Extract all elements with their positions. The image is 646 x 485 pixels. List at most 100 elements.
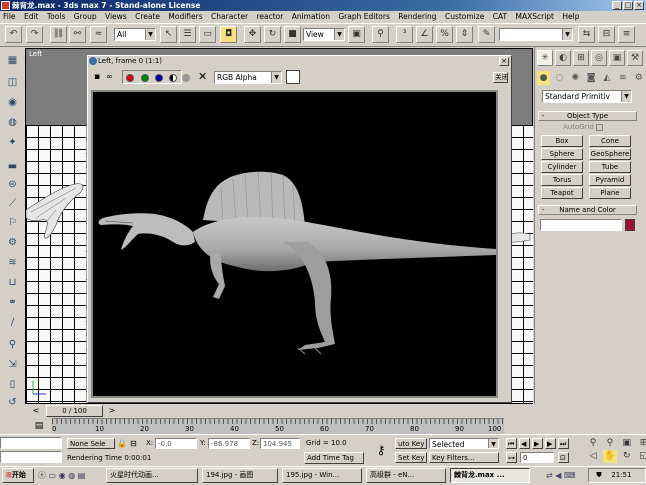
lock-selection-icon[interactable]: 🔒 <box>117 438 127 449</box>
auto-key-button[interactable]: uto Key <box>395 438 427 449</box>
pyramid-button[interactable]: Pyramid <box>589 174 631 186</box>
menu-rendering[interactable]: Rendering <box>398 12 436 21</box>
set-key-button[interactable]: Set Key <box>395 452 427 463</box>
z-coordinate-field[interactable]: 104.945 <box>260 438 300 449</box>
color-swatch[interactable] <box>286 70 300 84</box>
zoom-icon[interactable]: ⚲ <box>586 437 600 450</box>
sphere-button[interactable]: Sphere <box>541 148 583 160</box>
reactor-analyze-icon[interactable]: ⇲ <box>3 356 22 373</box>
media-player-icon[interactable]: ◉ <box>59 471 66 480</box>
ie-icon[interactable]: ⓔ <box>38 471 46 480</box>
reactor-toy-car-icon[interactable]: ⚐ <box>3 214 22 231</box>
time-prev-icon[interactable]: < <box>28 406 44 416</box>
taskbar-item-active[interactable]: 棘背龙.max ... <box>450 468 530 483</box>
reactor-rigid-body-icon[interactable]: ▦ <box>3 52 22 69</box>
alpha-channel-toggle[interactable] <box>169 74 177 82</box>
cylinder-button[interactable]: Cylinder <box>541 161 583 173</box>
menu-animation[interactable]: Animation <box>292 12 330 21</box>
box-button[interactable]: Box <box>541 135 583 147</box>
key-filters-button[interactable]: Key Filters... <box>429 452 499 463</box>
reactor-water-icon[interactable]: ≋ <box>3 254 22 271</box>
frame-window-close-button[interactable]: × <box>499 57 509 66</box>
object-type-rollout[interactable]: - Object Type <box>538 111 637 121</box>
menu-graph-editors[interactable]: Graph Editors <box>338 12 390 21</box>
key-mode-toggle-icon[interactable]: ⊶ <box>506 452 517 463</box>
space-warps-icon[interactable]: ≋ <box>616 71 629 85</box>
select-move-icon[interactable]: ✥ <box>244 26 261 43</box>
systems-icon[interactable]: ⚙ <box>632 71 645 85</box>
go-to-start-icon[interactable]: ⏮ <box>506 438 517 449</box>
x-coordinate-field[interactable]: -0.0 <box>155 438 197 449</box>
plane-button[interactable]: Plane <box>589 187 631 199</box>
red-channel-toggle[interactable] <box>126 74 134 82</box>
menu-group[interactable]: Group <box>74 12 97 21</box>
absolute-mode-icon[interactable]: ⊟ <box>130 438 142 449</box>
align-icon[interactable]: ⊟ <box>598 26 615 43</box>
redo-icon[interactable]: ↷ <box>26 26 43 43</box>
taskbar-item[interactable]: 195.jpg - Win... <box>282 468 362 483</box>
pan-hand-icon[interactable]: ✋ <box>602 450 617 463</box>
menu-modifiers[interactable]: Modifiers <box>168 12 202 21</box>
green-channel-toggle[interactable] <box>141 74 149 82</box>
maximize-viewport-icon[interactable]: ◱ <box>637 450 646 463</box>
object-color-swatch[interactable] <box>625 219 635 231</box>
menu-character[interactable]: Character <box>211 12 248 21</box>
torus-button[interactable]: Torus <box>541 174 583 186</box>
menu-create[interactable]: Create <box>135 12 160 21</box>
autogrid-checkbox[interactable]: AutoGrid <box>563 123 604 131</box>
primitive-category-dropdown[interactable]: Standard Primitiv ▼ <box>542 90 632 103</box>
maxscript-output-field[interactable] <box>0 451 62 463</box>
key-icon[interactable]: ⚷ <box>370 440 392 460</box>
arc-rotate-icon[interactable]: ↻ <box>620 450 634 463</box>
network-icon[interactable]: ⇄ <box>546 471 553 480</box>
hierarchy-tab-icon[interactable]: ⊞ <box>573 50 589 66</box>
menu-reactor[interactable]: reactor <box>256 12 283 21</box>
show-desktop-icon[interactable]: ▭ <box>49 471 57 480</box>
helpers-icon[interactable]: ◭ <box>601 71 614 85</box>
menu-tools[interactable]: Tools <box>47 12 65 21</box>
named-selection-icon[interactable]: ✎ <box>478 26 495 43</box>
play-icon[interactable]: ▶ <box>532 438 543 449</box>
object-name-field[interactable] <box>540 219 622 231</box>
reactor-spring-icon[interactable]: ✦ <box>3 134 22 151</box>
reactor-cloth-icon[interactable]: ◫ <box>3 74 22 91</box>
ime-icon[interactable]: ⌨ <box>564 471 576 480</box>
app-icon[interactable] <box>1 1 10 10</box>
select-rotate-icon[interactable]: ↻ <box>264 26 281 43</box>
shapes-icon[interactable]: ◌ <box>553 71 566 85</box>
taskbar-item[interactable]: 火星时代动画... <box>106 468 198 483</box>
clock[interactable]: 21:51 <box>611 471 631 479</box>
motion-tab-icon[interactable]: ◎ <box>591 50 607 66</box>
angle-snap-icon[interactable]: ∠ <box>416 26 433 43</box>
window-crossing-icon[interactable]: ◘ <box>220 26 237 43</box>
unlink-icon[interactable]: ⚯ <box>69 26 86 43</box>
pivot-center-icon[interactable]: ▣ <box>348 26 365 43</box>
trackbar-toggle-icon[interactable]: ▤ <box>32 420 46 432</box>
qq-icon[interactable]: ◍ <box>68 471 75 480</box>
maxscript-listener-field[interactable] <box>0 437 62 449</box>
monochrome-toggle[interactable] <box>182 74 190 82</box>
blue-channel-toggle[interactable] <box>155 74 163 82</box>
menu-file[interactable]: File <box>3 12 16 21</box>
start-button[interactable]: ⊞开始 <box>2 468 34 483</box>
frame-window-close-tab[interactable]: 关闭 <box>493 72 508 83</box>
taskbar-item[interactable]: 194.jpg - 画图 <box>202 468 278 483</box>
select-by-name-icon[interactable]: ☰ <box>179 26 196 43</box>
lights-icon[interactable]: ✺ <box>569 71 582 85</box>
time-slider-thumb[interactable]: 0 / 100 <box>46 405 103 417</box>
go-to-end-icon[interactable]: ⏭ <box>558 438 569 449</box>
select-object-icon[interactable]: ↖ <box>160 26 177 43</box>
cameras-icon[interactable]: ◙ <box>585 71 598 85</box>
y-coordinate-field[interactable]: -86.978 <box>208 438 250 449</box>
geometry-icon[interactable]: ● <box>537 71 550 85</box>
reactor-ragdoll-icon[interactable]: ⚲ <box>3 336 22 353</box>
select-scale-icon[interactable]: ■ <box>284 26 301 43</box>
named-selection-sets-dropdown[interactable]: ▼ <box>499 28 573 41</box>
bind-space-warp-icon[interactable]: ≈ <box>90 26 107 43</box>
shield-icon[interactable]: ⛊ <box>589 469 609 482</box>
channel-select-dropdown[interactable]: RGB Alpha ▼ <box>214 71 282 84</box>
layer-manager-icon[interactable]: ≡ <box>618 26 635 43</box>
reactor-wind-icon[interactable]: ⟋ <box>3 195 22 212</box>
time-configuration-icon[interactable]: ⊡ <box>558 452 569 463</box>
field-of-view-icon[interactable]: ◁ <box>586 450 600 463</box>
